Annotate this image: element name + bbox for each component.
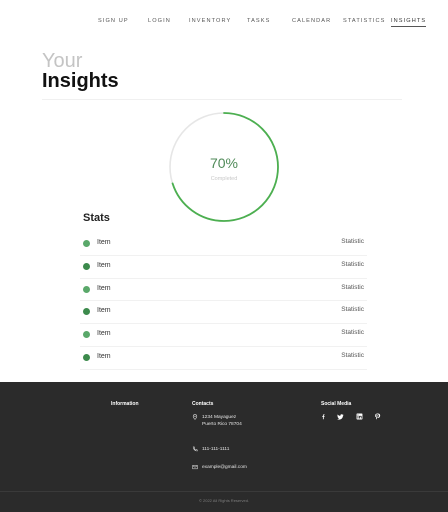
stat-row: Item Statistic xyxy=(80,301,367,325)
stat-row: Item Statistic xyxy=(80,279,367,302)
nav-login[interactable]: LOGIN xyxy=(148,18,171,24)
linkedin-icon[interactable] xyxy=(356,413,363,420)
footer-social-heading: Social Media xyxy=(321,401,352,407)
stat-row: Item Statistic xyxy=(80,324,367,347)
nav-insights[interactable]: INSIGHTS xyxy=(391,18,427,27)
stat-item-label: Item xyxy=(97,307,111,315)
stat-dot-icon xyxy=(83,240,90,247)
pinterest-icon[interactable] xyxy=(374,413,381,420)
copyright-text: © 2022 All Rights Reserved. xyxy=(198,498,250,503)
stat-value: Statistic xyxy=(341,283,364,291)
phone-number[interactable]: 111-111-1111 xyxy=(202,446,229,453)
progress-percent: 70% xyxy=(209,155,239,171)
progress-caption: Completed xyxy=(210,176,238,182)
stat-value: Statistic xyxy=(341,238,364,245)
stat-dot-icon xyxy=(83,308,90,316)
nav-sign-up[interactable]: SIGN UP xyxy=(98,18,129,24)
email-address[interactable]: example@gmail.com xyxy=(202,464,247,471)
location-pin-icon xyxy=(192,414,198,420)
nav-tasks[interactable]: TASKS xyxy=(247,18,270,24)
stat-dot-icon xyxy=(83,353,90,361)
twitter-icon[interactable] xyxy=(337,413,344,420)
stat-value: Statistic xyxy=(341,260,364,268)
stat-item-label: Item xyxy=(97,284,111,292)
footer-divider xyxy=(0,491,448,492)
stat-value: Statistic xyxy=(341,351,364,359)
stat-dot-icon xyxy=(83,262,90,270)
stat-item-label: Item xyxy=(97,352,111,360)
stat-item-label: Item xyxy=(97,239,111,246)
hero-title-bold: Insights xyxy=(42,70,119,92)
nav-calendar[interactable]: CALENDAR xyxy=(292,18,331,24)
stat-item-label: Item xyxy=(97,330,111,338)
divider xyxy=(42,99,402,100)
footer-information-heading: Information xyxy=(111,401,139,407)
progress-ring: 70% Completed xyxy=(167,110,281,224)
address-line-1: 1234 Mayaguez xyxy=(202,415,237,420)
facebook-icon[interactable] xyxy=(320,413,327,420)
footer: Information Contacts Social Media 1234 M… xyxy=(0,382,448,512)
phone-icon xyxy=(192,446,198,452)
stat-row: Item Statistic xyxy=(80,233,367,256)
nav-inventory[interactable]: INVENTORY xyxy=(189,18,231,24)
stats-title: Stats xyxy=(83,212,110,224)
stat-value: Statistic xyxy=(341,306,364,314)
top-nav: SIGN UP LOGIN INVENTORY TASKS CALENDAR S… xyxy=(0,14,448,34)
stat-row: Item Statistic xyxy=(80,256,367,279)
envelope-icon xyxy=(192,465,198,470)
address-line-2: Puerto Rico 78704 xyxy=(202,422,242,427)
stat-dot-icon xyxy=(83,331,90,339)
stats-list: Item Statistic Item Statistic Item Stati… xyxy=(80,233,367,370)
nav-statistics[interactable]: STATISTICS xyxy=(343,18,386,24)
stat-item-label: Item xyxy=(97,261,111,269)
stat-value: Statistic xyxy=(341,329,364,337)
footer-contacts-heading: Contacts xyxy=(192,401,214,407)
stat-dot-icon xyxy=(83,285,90,293)
stat-row: Item Statistic xyxy=(80,347,367,370)
